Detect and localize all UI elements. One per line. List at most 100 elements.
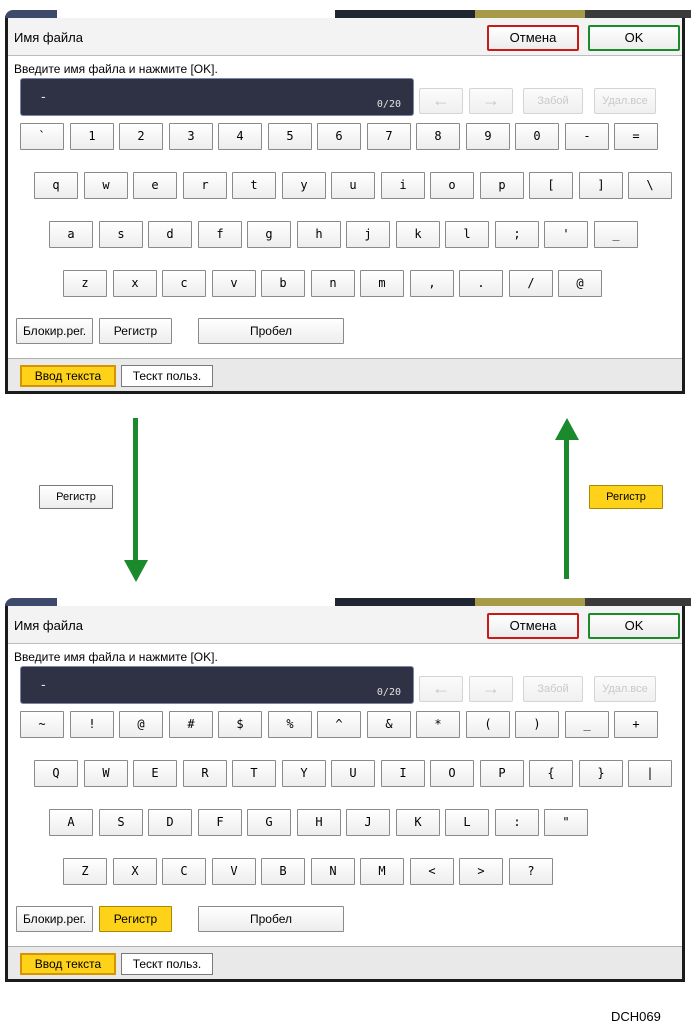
shift-button[interactable]: Регистр bbox=[99, 906, 172, 932]
key-button[interactable]: M bbox=[360, 858, 404, 885]
key-button[interactable]: Z bbox=[63, 858, 107, 885]
key-button[interactable]: X bbox=[113, 858, 157, 885]
key-button[interactable]: ! bbox=[70, 711, 114, 738]
key-button[interactable]: v bbox=[212, 270, 256, 297]
key-button[interactable]: 9 bbox=[466, 123, 510, 150]
key-button[interactable]: Q bbox=[34, 760, 78, 787]
key-button[interactable]: B bbox=[261, 858, 305, 885]
key-button[interactable]: | bbox=[628, 760, 672, 787]
caps-lock-button[interactable]: Блокир.рег. bbox=[16, 318, 93, 344]
key-button[interactable]: @ bbox=[558, 270, 602, 297]
key-button[interactable]: \ bbox=[628, 172, 672, 199]
filename-input[interactable]: - 0/20 bbox=[20, 666, 414, 704]
key-button[interactable]: 3 bbox=[169, 123, 213, 150]
key-button[interactable]: ' bbox=[544, 221, 588, 248]
key-button[interactable]: L bbox=[445, 809, 489, 836]
backspace-button[interactable]: Забой bbox=[523, 676, 583, 702]
key-button[interactable]: V bbox=[212, 858, 256, 885]
key-button[interactable]: p bbox=[480, 172, 524, 199]
key-button[interactable]: x bbox=[113, 270, 157, 297]
key-button[interactable]: # bbox=[169, 711, 213, 738]
tab-text-input[interactable]: Ввод текста bbox=[20, 365, 116, 387]
key-button[interactable]: H bbox=[297, 809, 341, 836]
key-button[interactable]: % bbox=[268, 711, 312, 738]
key-button[interactable]: O bbox=[430, 760, 474, 787]
key-button[interactable]: I bbox=[381, 760, 425, 787]
key-button[interactable]: y bbox=[282, 172, 326, 199]
key-button[interactable]: s bbox=[99, 221, 143, 248]
key-button[interactable]: a bbox=[49, 221, 93, 248]
cursor-left-button[interactable]: ← bbox=[419, 676, 463, 702]
key-button[interactable]: . bbox=[459, 270, 503, 297]
key-button[interactable]: * bbox=[416, 711, 460, 738]
key-button[interactable]: N bbox=[311, 858, 355, 885]
key-button[interactable]: D bbox=[148, 809, 192, 836]
key-button[interactable]: 8 bbox=[416, 123, 460, 150]
key-button[interactable]: T bbox=[232, 760, 276, 787]
key-button[interactable]: @ bbox=[119, 711, 163, 738]
key-button[interactable]: U bbox=[331, 760, 375, 787]
key-button[interactable]: F bbox=[198, 809, 242, 836]
key-button[interactable]: ? bbox=[509, 858, 553, 885]
key-button[interactable]: 1 bbox=[70, 123, 114, 150]
key-button[interactable]: W bbox=[84, 760, 128, 787]
key-button[interactable]: j bbox=[346, 221, 390, 248]
delete-all-button[interactable]: Удал.все bbox=[594, 676, 656, 702]
backspace-button[interactable]: Забой bbox=[523, 88, 583, 114]
key-button[interactable]: g bbox=[247, 221, 291, 248]
key-button[interactable]: ] bbox=[579, 172, 623, 199]
key-button[interactable]: S bbox=[99, 809, 143, 836]
key-button[interactable]: _ bbox=[594, 221, 638, 248]
space-button[interactable]: Пробел bbox=[198, 906, 344, 932]
key-button[interactable]: + bbox=[614, 711, 658, 738]
key-button[interactable]: r bbox=[183, 172, 227, 199]
key-button[interactable]: / bbox=[509, 270, 553, 297]
cursor-right-button[interactable]: → bbox=[469, 676, 513, 702]
key-button[interactable]: E bbox=[133, 760, 177, 787]
tab-user-text[interactable]: Тескт польз. bbox=[121, 365, 213, 387]
cursor-left-button[interactable]: ← bbox=[419, 88, 463, 114]
key-button[interactable]: h bbox=[297, 221, 341, 248]
delete-all-button[interactable]: Удал.все bbox=[594, 88, 656, 114]
key-button[interactable]: < bbox=[410, 858, 454, 885]
key-button[interactable]: o bbox=[430, 172, 474, 199]
key-button[interactable]: t bbox=[232, 172, 276, 199]
key-button[interactable]: G bbox=[247, 809, 291, 836]
tab-text-input[interactable]: Ввод текста bbox=[20, 953, 116, 975]
key-button[interactable]: $ bbox=[218, 711, 262, 738]
key-button[interactable]: b bbox=[261, 270, 305, 297]
cursor-right-button[interactable]: → bbox=[469, 88, 513, 114]
key-button[interactable]: u bbox=[331, 172, 375, 199]
cancel-button[interactable]: Отмена bbox=[487, 25, 579, 51]
key-button[interactable]: 2 bbox=[119, 123, 163, 150]
key-button[interactable]: l bbox=[445, 221, 489, 248]
key-button[interactable]: ^ bbox=[317, 711, 361, 738]
key-button[interactable]: J bbox=[346, 809, 390, 836]
key-button[interactable]: _ bbox=[565, 711, 609, 738]
key-button[interactable]: : bbox=[495, 809, 539, 836]
key-button[interactable]: } bbox=[579, 760, 623, 787]
key-button[interactable]: & bbox=[367, 711, 411, 738]
filename-input[interactable]: - 0/20 bbox=[20, 78, 414, 116]
shift-button[interactable]: Регистр bbox=[99, 318, 172, 344]
cancel-button[interactable]: Отмена bbox=[487, 613, 579, 639]
ok-button[interactable]: OK bbox=[588, 613, 680, 639]
key-button[interactable]: q bbox=[34, 172, 78, 199]
key-button[interactable]: " bbox=[544, 809, 588, 836]
key-button[interactable]: = bbox=[614, 123, 658, 150]
key-button[interactable]: i bbox=[381, 172, 425, 199]
key-button[interactable]: n bbox=[311, 270, 355, 297]
key-button[interactable]: 4 bbox=[218, 123, 262, 150]
key-button[interactable]: f bbox=[198, 221, 242, 248]
key-button[interactable]: K bbox=[396, 809, 440, 836]
key-button[interactable]: , bbox=[410, 270, 454, 297]
key-button[interactable]: 0 bbox=[515, 123, 559, 150]
key-button[interactable]: Y bbox=[282, 760, 326, 787]
key-button[interactable]: ; bbox=[495, 221, 539, 248]
key-button[interactable]: 6 bbox=[317, 123, 361, 150]
key-button[interactable]: z bbox=[63, 270, 107, 297]
key-button[interactable]: P bbox=[480, 760, 524, 787]
key-button[interactable]: w bbox=[84, 172, 128, 199]
key-button[interactable]: ` bbox=[20, 123, 64, 150]
caps-lock-button[interactable]: Блокир.рег. bbox=[16, 906, 93, 932]
